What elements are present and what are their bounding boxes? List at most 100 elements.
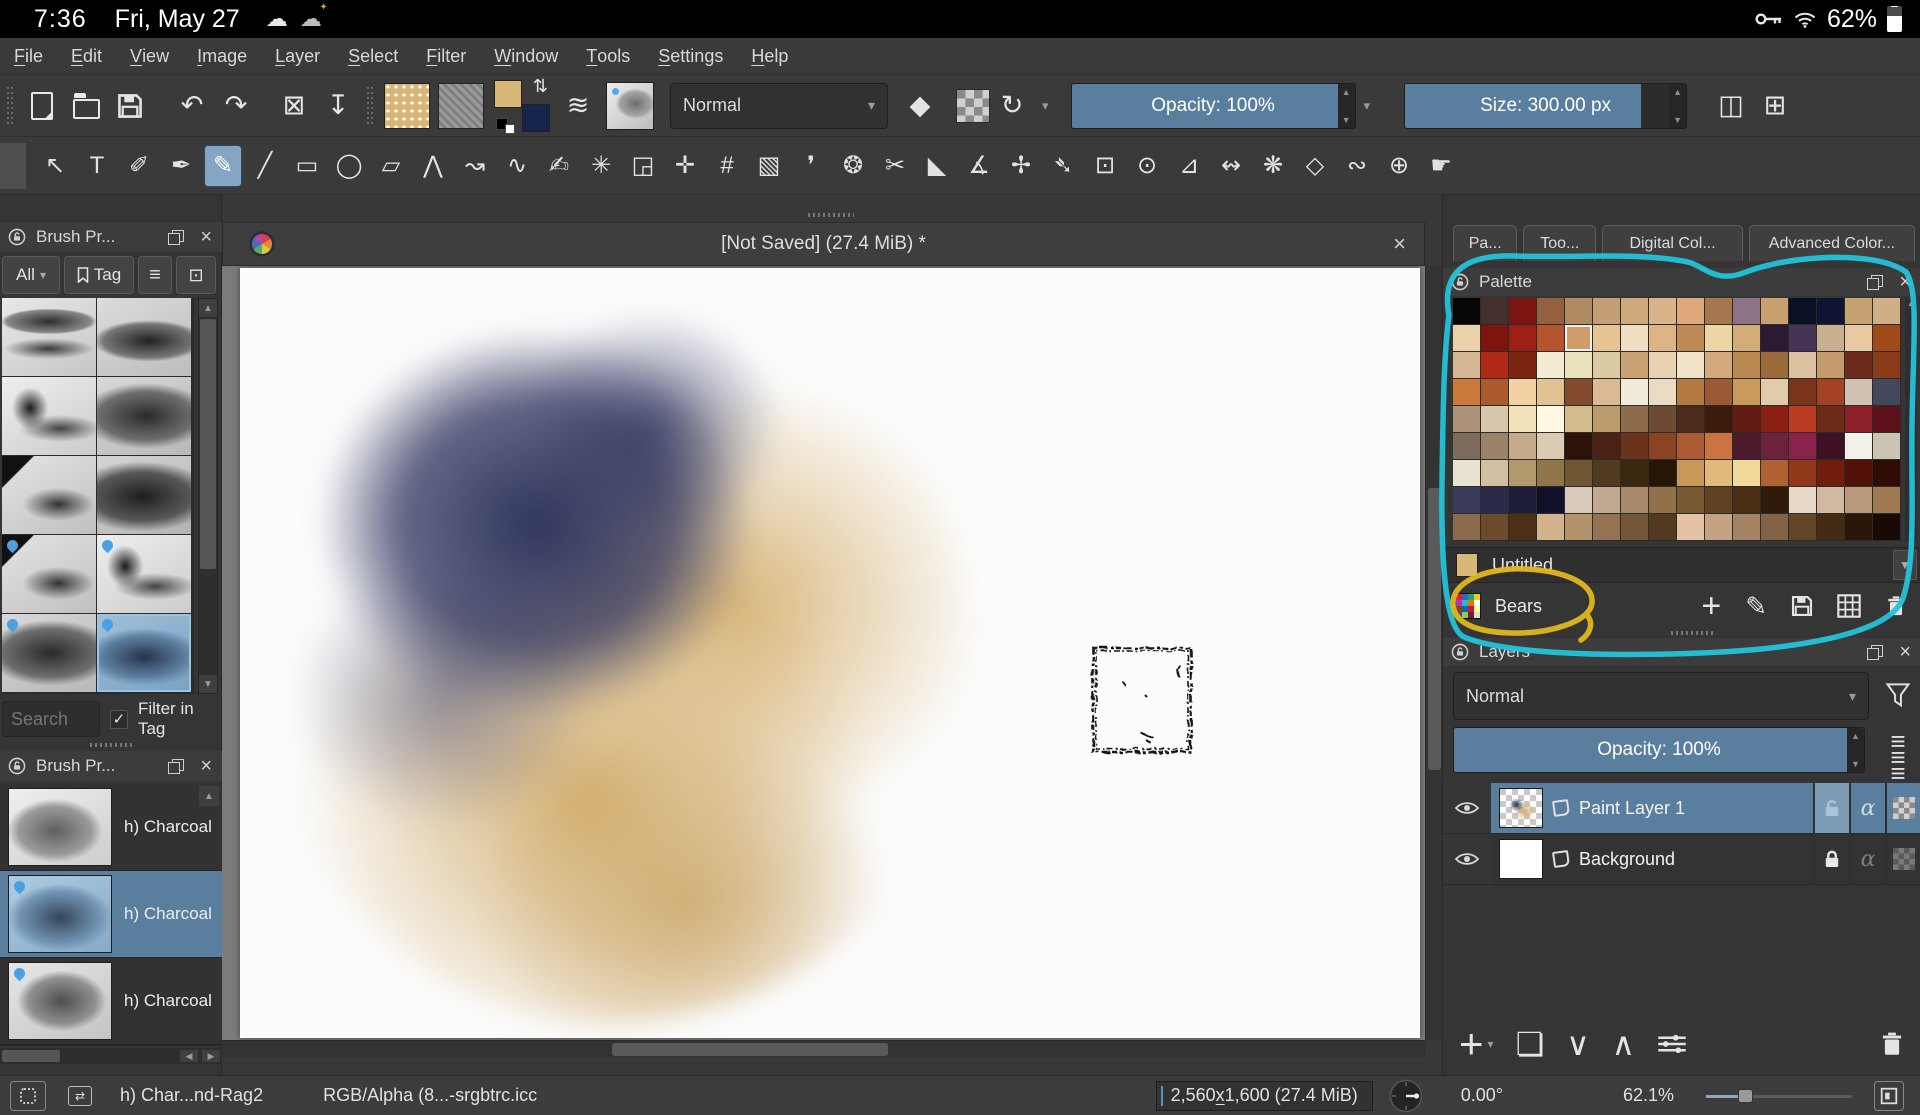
palette-swatch[interactable] [1789, 406, 1816, 432]
palette-swatch[interactable] [1593, 514, 1620, 540]
layer-thumbnail[interactable] [1499, 788, 1543, 828]
close-icon[interactable]: × [1899, 272, 1911, 292]
tool-measure[interactable]: ∡ [960, 145, 998, 187]
redo-button[interactable]: ↷ [214, 83, 258, 129]
palette-swatch[interactable] [1565, 298, 1592, 324]
close-icon[interactable]: × [200, 756, 212, 776]
docker-tab-advancedcolor[interactable]: Advanced Color... [1749, 225, 1915, 261]
palette-swatch[interactable] [1873, 460, 1900, 486]
menu-edit[interactable]: Edit [57, 38, 116, 74]
swap-colors-icon[interactable]: ⇅ [533, 76, 548, 97]
palette-swatch[interactable] [1565, 406, 1592, 432]
layer-menu-button[interactable]: ≡≡≡ [1879, 733, 1917, 781]
palette-swatch[interactable] [1789, 433, 1816, 459]
delete-swatch-button[interactable] [1885, 595, 1907, 617]
palette-swatch[interactable] [1509, 433, 1536, 459]
palette-swatch[interactable] [1817, 487, 1844, 513]
palette-name-row[interactable]: Untitled ▼ [1443, 547, 1920, 583]
palette-swatch[interactable] [1537, 460, 1564, 486]
brush-preset-cell[interactable] [97, 298, 191, 376]
palette-swatch[interactable] [1453, 487, 1480, 513]
layer-blending-mode-dropdown[interactable]: Normal ▾ [1453, 672, 1869, 720]
palette-swatch[interactable] [1621, 460, 1648, 486]
palette-swatch[interactable] [1873, 433, 1900, 459]
menu-tools[interactable]: Tools [572, 38, 644, 74]
scrollbar-thumb[interactable] [612, 1043, 888, 1056]
palette-swatch[interactable] [1509, 352, 1536, 378]
foreground-background-colors[interactable]: ⇅ [494, 80, 550, 132]
save-incremental-button[interactable]: ↧ [316, 83, 360, 129]
workspace-chooser-button[interactable]: ⊞ [1753, 83, 1797, 129]
tool-polyline[interactable]: ⋀ [414, 145, 452, 187]
opacity-spinner[interactable]: ▲▼ [1338, 84, 1355, 128]
palette-group-row[interactable]: Bears + ✎ [1443, 587, 1920, 625]
palette-swatch[interactable] [1761, 298, 1788, 324]
layer-opacity-spinner[interactable]: ▲▼ [1847, 728, 1864, 772]
palette-swatch[interactable] [1453, 460, 1480, 486]
palette-swatch[interactable] [1649, 406, 1676, 432]
palette-swatch[interactable] [1481, 514, 1508, 540]
palette-swatch[interactable] [1677, 325, 1704, 351]
tool-freehand-brush[interactable]: ✎ [204, 145, 242, 187]
opacity-slider[interactable]: Opacity: 100% ▲▼ [1071, 83, 1356, 129]
palette-swatch[interactable] [1509, 298, 1536, 324]
move-layer-down-button[interactable]: ∨ [1566, 1025, 1589, 1063]
pattern-chooser[interactable] [438, 83, 484, 129]
scrollbar-thumb[interactable] [200, 319, 216, 569]
palette-swatch[interactable] [1761, 352, 1788, 378]
palette-swatch[interactable] [1845, 487, 1872, 513]
palette-swatch[interactable] [1845, 460, 1872, 486]
palette-swatch[interactable] [1593, 352, 1620, 378]
palette-swatch[interactable] [1481, 460, 1508, 486]
palette-swatch[interactable] [1537, 406, 1564, 432]
brush-size-slider[interactable]: Size: 300.00 px ▲▼ [1404, 83, 1687, 129]
palette-swatch[interactable] [1817, 352, 1844, 378]
palette-swatch[interactable] [1537, 298, 1564, 324]
palette-swatch[interactable] [1593, 379, 1620, 405]
tool-similar-select[interactable]: ❋ [1254, 145, 1292, 187]
palette-swatch[interactable] [1649, 433, 1676, 459]
palette-swatch[interactable] [1537, 325, 1564, 351]
layer-row-background[interactable]: Background α [1443, 834, 1920, 885]
tool-reference-images[interactable]: ➴ [1044, 145, 1082, 187]
palette-swatch[interactable] [1761, 433, 1788, 459]
close-icon[interactable]: × [200, 227, 212, 247]
tag-button[interactable]: Tag [64, 256, 134, 294]
palette-scrollbar[interactable]: ▲▼ [1905, 298, 1917, 541]
scroll-down-icon[interactable]: ▼ [199, 675, 217, 693]
palette-swatch[interactable] [1873, 325, 1900, 351]
docker-lock-icon[interactable] [1451, 643, 1469, 661]
palette-swatch[interactable] [1565, 460, 1592, 486]
tool-multibrush[interactable]: ✳ [582, 145, 620, 187]
palette-swatch[interactable] [1733, 325, 1760, 351]
palette-swatch[interactable] [1621, 325, 1648, 351]
palette-swatch[interactable] [1761, 460, 1788, 486]
palette-swatch[interactable] [1593, 325, 1620, 351]
layer-lock-toggle[interactable] [1813, 834, 1849, 884]
new-document-button[interactable] [20, 83, 64, 129]
presets-menu-button[interactable]: ≡ [138, 256, 172, 294]
save-palette-button[interactable] [1791, 595, 1813, 617]
palette-swatch[interactable] [1761, 514, 1788, 540]
float-docker-icon[interactable] [1867, 275, 1883, 290]
palette-swatch[interactable] [1649, 325, 1676, 351]
palette-swatch[interactable] [1705, 325, 1732, 351]
tool-bezier-curve[interactable]: ↝ [456, 145, 494, 187]
layer-properties-button[interactable] [1657, 1032, 1687, 1056]
palette-swatch[interactable] [1873, 487, 1900, 513]
palette-swatch[interactable] [1817, 460, 1844, 486]
canvas-vertical-scrollbar[interactable] [1425, 266, 1442, 1040]
palette-swatch[interactable] [1537, 379, 1564, 405]
palette-swatch[interactable] [1481, 433, 1508, 459]
scroll-up-icon[interactable]: ▲ [199, 299, 217, 317]
palette-swatch[interactable] [1705, 433, 1732, 459]
palette-swatch[interactable] [1537, 433, 1564, 459]
layer-name[interactable]: Background [1579, 849, 1675, 870]
canvas-horizontal-scrollbar[interactable] [222, 1040, 1425, 1057]
palette-swatch[interactable] [1565, 325, 1592, 351]
palette-swatch[interactable] [1481, 487, 1508, 513]
palette-swatch[interactable] [1705, 460, 1732, 486]
default-white-color[interactable] [505, 124, 515, 134]
palette-swatch[interactable] [1481, 352, 1508, 378]
palette-swatch[interactable] [1593, 298, 1620, 324]
